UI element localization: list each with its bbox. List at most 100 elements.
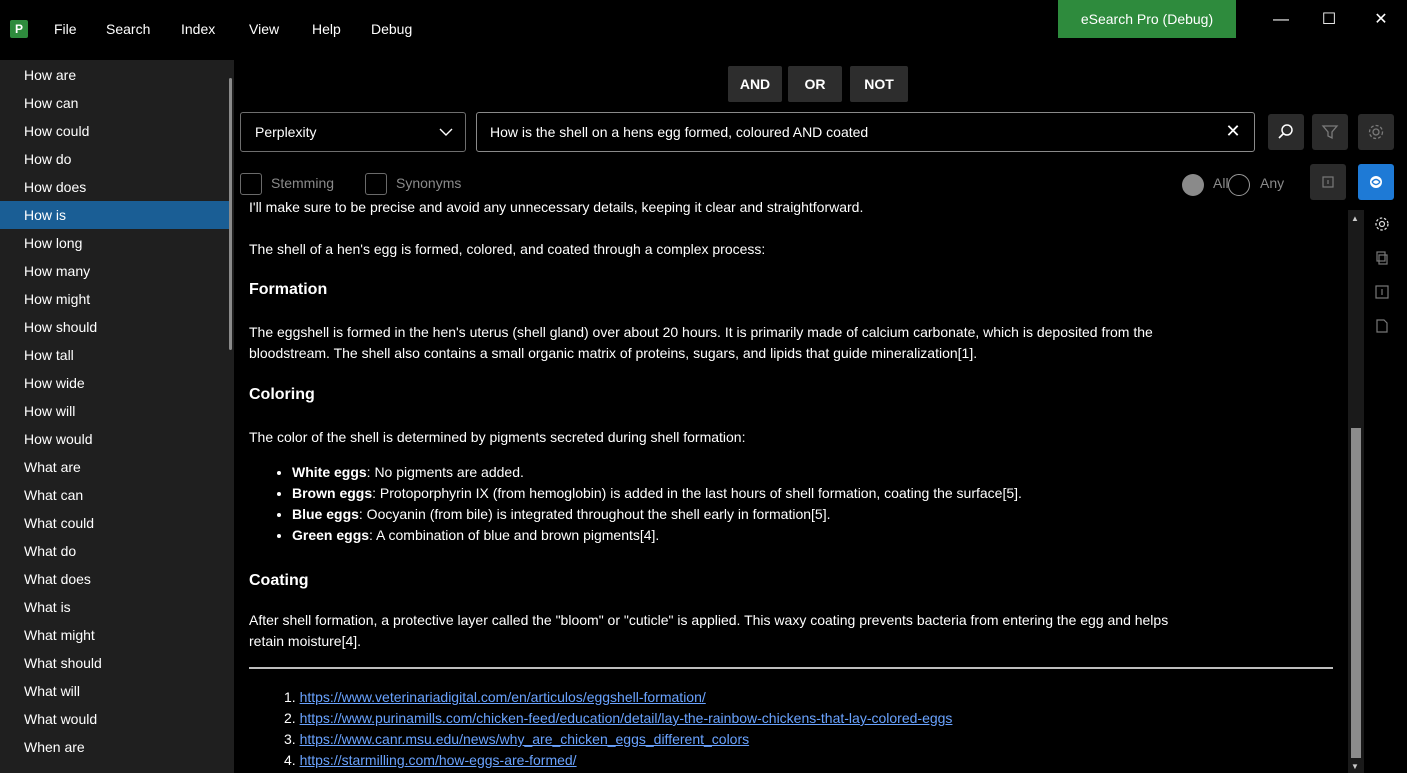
menu-debug[interactable]: Debug — [371, 21, 412, 37]
sidebar-item-selected[interactable]: How is — [0, 201, 232, 229]
sidebar-item[interactable]: How do — [0, 145, 232, 173]
coating-text: After shell formation, a protective laye… — [249, 612, 1169, 628]
app-title-badge: eSearch Pro (Debug) — [1058, 0, 1236, 38]
truncated-line: I'll make sure to be precise and avoid a… — [249, 200, 864, 215]
sidebar-item[interactable]: What are — [0, 453, 232, 481]
close-button[interactable]: ✕ — [1366, 8, 1396, 32]
coloring-text: The color of the shell is determined by … — [249, 429, 746, 445]
references-list: 1. https://www.veterinariadigital.com/en… — [284, 687, 952, 771]
content-scrollbar[interactable]: ▲ ▼ — [1348, 210, 1364, 773]
pigment-list: White eggs: No pigments are added. Brown… — [292, 462, 1022, 546]
reference-item: 1. https://www.veterinariadigital.com/en… — [284, 689, 706, 705]
answer-content: I'll make sure to be precise and avoid a… — [234, 200, 1348, 773]
sidebar-item[interactable]: What is — [0, 593, 232, 621]
search-icon — [1278, 124, 1293, 139]
sidebar-item[interactable]: How wide — [0, 369, 232, 397]
query-prefix-sidebar: How are How can How could How do How doe… — [0, 60, 234, 773]
filter-button[interactable] — [1312, 114, 1348, 150]
any-radio[interactable] — [1228, 174, 1250, 196]
coating-text: retain moisture[4]. — [249, 633, 362, 649]
divider — [249, 667, 1333, 669]
coloring-heading: Coloring — [249, 386, 315, 403]
reference-item: 3. https://www.canr.msu.edu/news/why_are… — [284, 731, 750, 747]
all-radio-label: All — [1213, 175, 1229, 191]
list-item: Green eggs: A combination of blue and br… — [292, 525, 1022, 546]
list-item: White eggs: No pigments are added. — [292, 462, 1022, 483]
sidebar-item[interactable]: How can — [0, 89, 232, 117]
search-engine-dropdown[interactable]: Perplexity — [240, 112, 466, 152]
sidebar-item[interactable]: How tall — [0, 341, 232, 369]
not-operator-button[interactable]: NOT — [850, 66, 908, 102]
stemming-label: Stemming — [271, 175, 335, 191]
stemming-checkbox[interactable] — [240, 173, 262, 195]
search-input[interactable]: How is the shell on a hens egg formed, c… — [476, 112, 1255, 152]
sidebar-item[interactable]: How should — [0, 313, 232, 341]
and-operator-button[interactable]: AND — [728, 66, 782, 102]
reference-item: 4. https://starmilling.com/how-eggs-are-… — [284, 752, 577, 768]
formation-heading: Formation — [249, 281, 328, 298]
sidebar-item[interactable]: How would — [0, 425, 232, 453]
synonyms-label: Synonyms — [396, 175, 462, 191]
clear-icon[interactable]: ✕ — [1224, 122, 1242, 140]
formation-text: The eggshell is formed in the hen's uter… — [249, 324, 1153, 340]
sidebar-item[interactable]: How are — [0, 61, 232, 89]
any-radio-label: Any — [1260, 175, 1285, 191]
answer-intro: The shell of a hen's egg is formed, colo… — [249, 241, 766, 257]
sidebar-item[interactable]: What should — [0, 649, 232, 677]
gear-icon — [1368, 124, 1384, 140]
sidebar-item[interactable]: How will — [0, 397, 232, 425]
copy-icon[interactable] — [1374, 250, 1390, 266]
sidebar-item[interactable]: What could — [0, 509, 232, 537]
panel-toggle-button[interactable] — [1310, 164, 1346, 200]
sidebar-scrollbar[interactable] — [229, 78, 232, 350]
note-icon[interactable] — [1374, 318, 1390, 334]
search-button[interactable] — [1268, 114, 1304, 150]
list-item: Brown eggs: Protoporphyrin IX (from hemo… — [292, 483, 1022, 504]
all-radio[interactable] — [1182, 174, 1204, 196]
coating-heading: Coating — [249, 572, 309, 589]
sidebar-item[interactable]: How does — [0, 173, 232, 201]
reference-link[interactable]: https://starmilling.com/how-eggs-are-for… — [300, 752, 577, 768]
sidebar-item[interactable]: When are — [0, 733, 232, 761]
sidebar-item[interactable]: How many — [0, 257, 232, 285]
menu-view[interactable]: View — [249, 21, 279, 37]
reference-link[interactable]: https://www.canr.msu.edu/news/why_are_ch… — [300, 731, 750, 747]
menu-file[interactable]: File — [54, 21, 77, 37]
maximize-button[interactable]: ☐ — [1314, 8, 1344, 32]
reference-link[interactable]: https://www.purinamills.com/chicken-feed… — [300, 710, 953, 726]
reference-link[interactable]: https://www.veterinariadigital.com/en/ar… — [300, 689, 706, 705]
settings-button[interactable] — [1358, 114, 1394, 150]
ai-answer-button[interactable] — [1358, 164, 1394, 200]
list-item: Blue eggs: Oocyanin (from bile) is integ… — [292, 504, 1022, 525]
sidebar-item[interactable]: What does — [0, 565, 232, 593]
search-input-value: How is the shell on a hens egg formed, c… — [490, 124, 869, 140]
sidebar-item[interactable]: How could — [0, 117, 232, 145]
chevron-down-icon — [439, 128, 453, 136]
sidebar-item[interactable]: What will — [0, 677, 232, 705]
search-engine-value: Perplexity — [255, 124, 317, 140]
sidebar-item[interactable]: What might — [0, 621, 232, 649]
reference-item: 2. https://www.purinamills.com/chicken-f… — [284, 710, 953, 726]
formation-text: bloodstream. The shell also contains a s… — [249, 345, 978, 361]
ai-brain-icon — [1370, 176, 1382, 188]
app-logo-icon: P — [10, 20, 28, 38]
menu-index[interactable]: Index — [181, 21, 215, 37]
filter-icon — [1321, 125, 1339, 140]
title-bar: P File Search Index View Help Debug eSea… — [0, 0, 1407, 60]
sidebar-item[interactable]: What would — [0, 705, 232, 733]
sidebar-item[interactable]: How long — [0, 229, 232, 257]
sidebar-item[interactable]: What can — [0, 481, 232, 509]
export-icon[interactable] — [1374, 284, 1390, 300]
scroll-down-arrow-icon[interactable]: ▼ — [1351, 762, 1359, 771]
panel-icon — [1322, 176, 1334, 188]
scroll-up-arrow-icon[interactable]: ▲ — [1351, 214, 1359, 223]
sidebar-item[interactable]: What do — [0, 537, 232, 565]
gear-icon[interactable] — [1374, 216, 1390, 232]
or-operator-button[interactable]: OR — [788, 66, 842, 102]
synonyms-checkbox[interactable] — [365, 173, 387, 195]
scrollbar-thumb[interactable] — [1351, 428, 1361, 758]
menu-search[interactable]: Search — [106, 21, 150, 37]
minimize-button[interactable]: — — [1266, 8, 1296, 32]
menu-help[interactable]: Help — [312, 21, 341, 37]
sidebar-item[interactable]: How might — [0, 285, 232, 313]
